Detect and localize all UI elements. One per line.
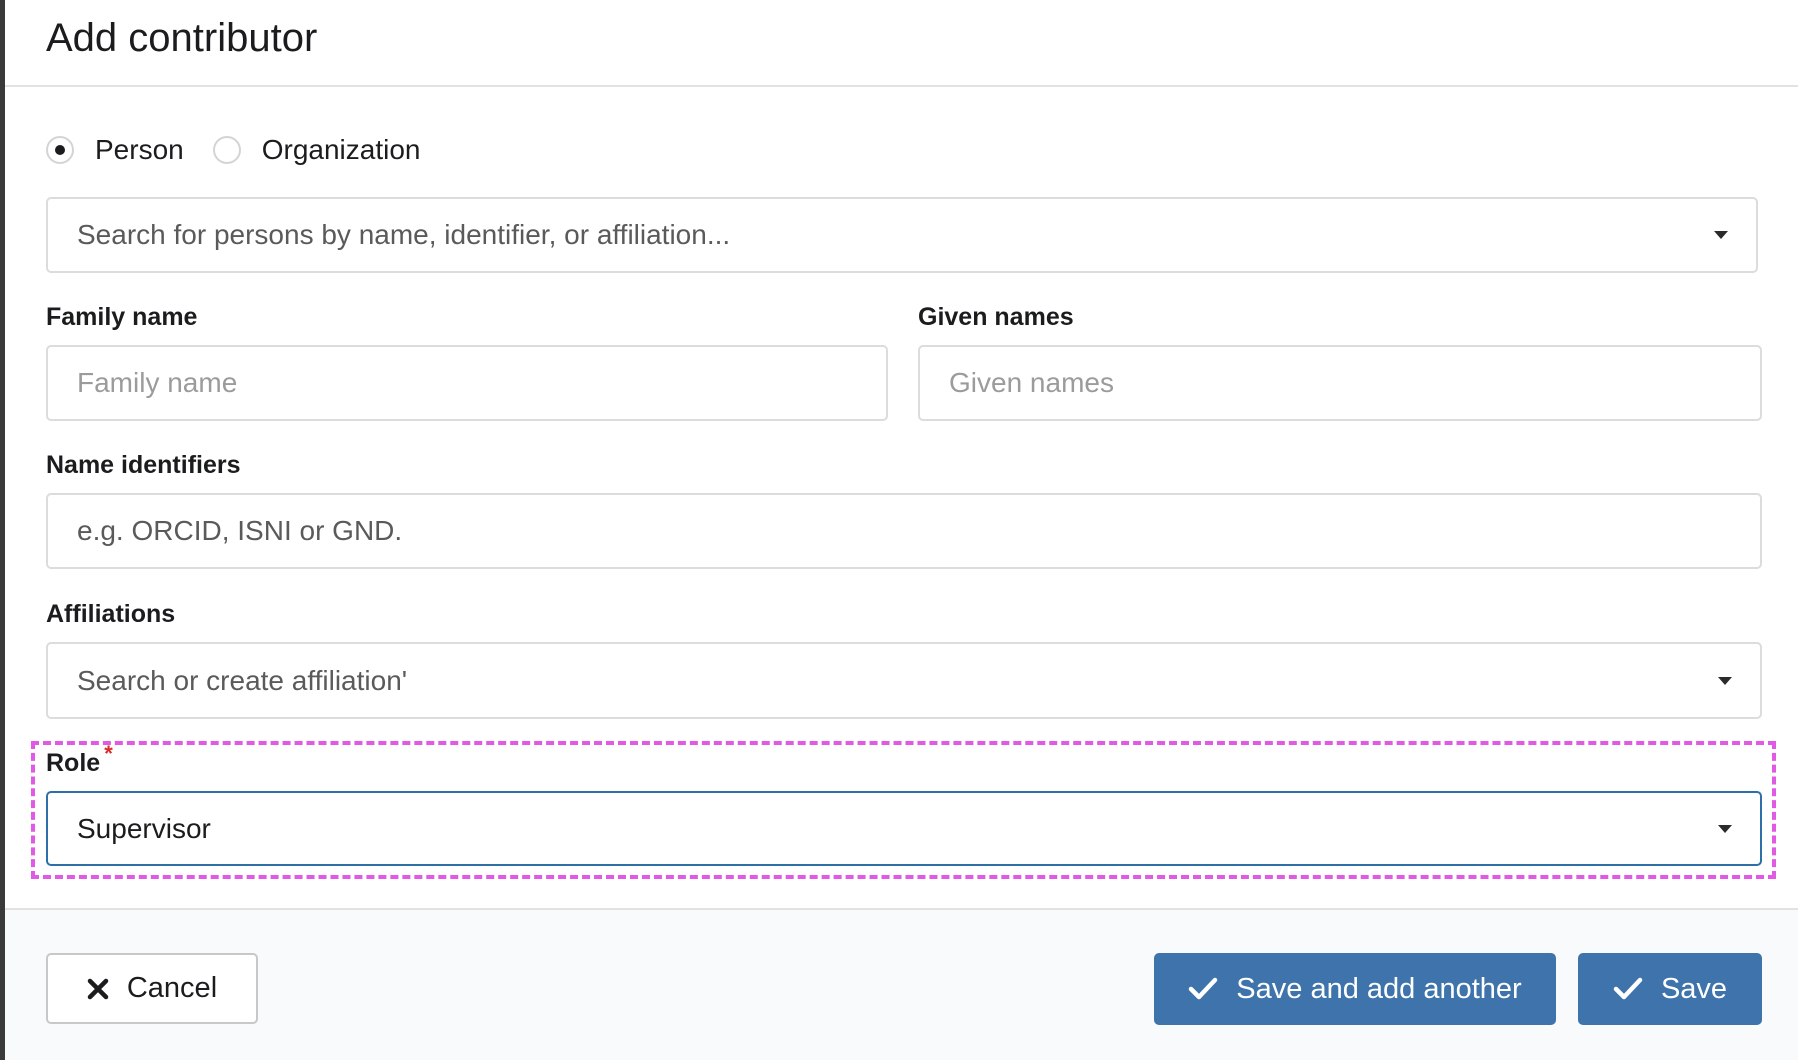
modal-title: Add contributor [46, 16, 318, 60]
save-and-add-another-label: Save and add another [1236, 972, 1522, 1005]
cancel-button-label: Cancel [126, 972, 218, 1004]
save-button[interactable]: Save [1578, 953, 1762, 1025]
name-identifiers-label: Name identifiers [46, 451, 241, 479]
family-name-label: Family name [46, 303, 198, 331]
contributor-type-selector: Person Organization [46, 132, 420, 168]
check-icon [1613, 977, 1643, 1001]
family-name-placeholder: Family name [77, 367, 238, 398]
given-names-label: Given names [918, 303, 1074, 331]
person-search-placeholder: Search for persons by name, identifier, … [77, 219, 731, 250]
role-dropdown[interactable]: Supervisor [46, 791, 1762, 866]
save-button-label: Save [1660, 972, 1728, 1005]
affiliations-label: Affiliations [46, 600, 176, 628]
check-icon [1188, 977, 1218, 1001]
close-icon [87, 978, 109, 1000]
name-identifiers-input[interactable]: e.g. ORCID, ISNI or GND. [46, 493, 1762, 569]
given-names-input[interactable]: Given names [918, 345, 1762, 421]
affiliations-dropdown[interactable]: Search or create affiliation' [46, 642, 1762, 719]
name-identifiers-placeholder: e.g. ORCID, ISNI or GND. [77, 515, 403, 546]
save-and-add-another-button[interactable]: Save and add another [1154, 953, 1556, 1025]
modal-header: Add contributor [5, 0, 1798, 87]
dropdown-caret-icon[interactable] [1714, 231, 1728, 239]
person-search-dropdown[interactable]: Search for persons by name, identifier, … [46, 197, 1758, 273]
family-name-input[interactable]: Family name [46, 345, 888, 421]
required-asterisk: * [104, 741, 113, 766]
radio-person-label[interactable]: Person [95, 134, 184, 166]
cancel-button[interactable]: Cancel [46, 953, 258, 1024]
role-label: Role * [46, 741, 113, 778]
role-selected-value: Supervisor [77, 812, 211, 844]
dropdown-caret-icon[interactable] [1718, 824, 1732, 833]
radio-person-button[interactable] [46, 136, 74, 164]
radio-organization-label[interactable]: Organization [262, 134, 421, 166]
window-left-edge [0, 0, 5, 1060]
radio-organization[interactable]: Organization [212, 134, 421, 166]
role-label-text: Role [46, 749, 101, 777]
dropdown-caret-icon[interactable] [1718, 676, 1732, 685]
affiliations-placeholder: Search or create affiliation' [77, 664, 408, 696]
radio-organization-button[interactable] [212, 136, 241, 164]
given-names-placeholder: Given names [949, 367, 1114, 398]
radio-person[interactable]: Person [46, 134, 184, 166]
